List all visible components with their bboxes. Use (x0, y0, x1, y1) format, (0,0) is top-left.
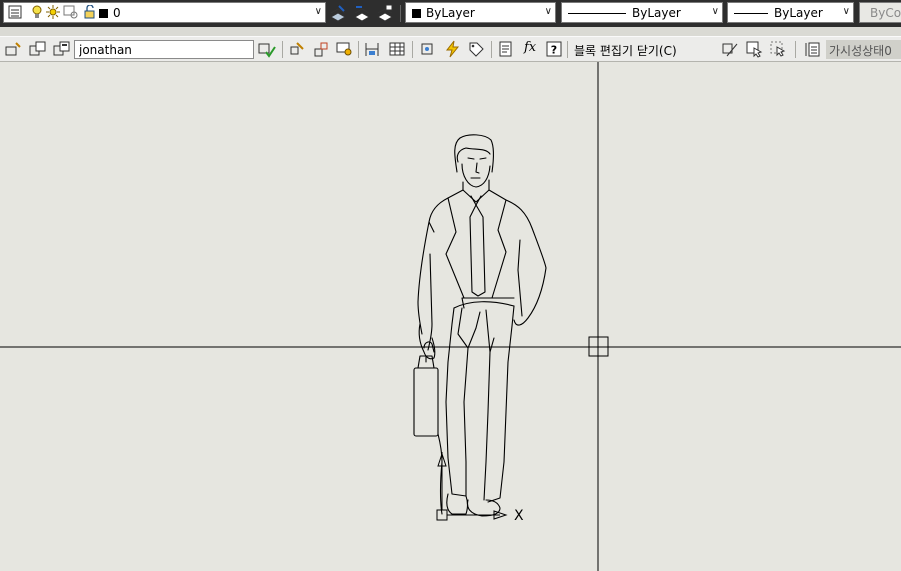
help-icon[interactable]: ? (546, 41, 563, 58)
ucs-x-label: X (514, 508, 524, 524)
make-current-icon[interactable] (329, 4, 347, 22)
color-swatch (412, 9, 421, 18)
linetype-preview (568, 13, 626, 14)
visibility-states-icon[interactable] (805, 41, 822, 58)
function-icon[interactable]: fx (524, 40, 536, 55)
make-visible-icon[interactable] (722, 41, 739, 58)
table-icon[interactable] (389, 41, 406, 58)
color-value: ByLayer (426, 6, 475, 20)
sun-icon[interactable] (46, 5, 61, 20)
light-bulb-icon[interactable] (31, 5, 44, 20)
chevron-down-icon[interactable]: ∨ (712, 6, 719, 17)
block-name-field[interactable] (74, 40, 254, 59)
lineweight-dropdown[interactable]: ByLayer ∨ (727, 2, 854, 23)
layer-name: 0 (113, 6, 121, 20)
define-attribute-icon[interactable] (336, 41, 353, 58)
layer-states-icon[interactable] (376, 4, 394, 22)
canvas-background (0, 62, 901, 571)
edit-block-icon[interactable] (5, 41, 23, 58)
block-editor-toolbar: fx ? 블록 편집기 닫기(C) 가시성상태0 (0, 36, 901, 62)
color-dropdown[interactable]: ByLayer ∨ (405, 2, 556, 23)
plotstyle-value: ByCo (870, 6, 901, 20)
visibility-state-dropdown[interactable]: 가시성상태0 (826, 40, 901, 59)
plotstyle-dropdown[interactable]: ByCo (859, 2, 901, 23)
save-block-icon[interactable] (29, 41, 47, 58)
authoring-palettes-icon[interactable] (258, 41, 276, 58)
layer-manager-icon[interactable] (7, 4, 25, 21)
lineweight-value: ByLayer (774, 6, 823, 20)
save-block-as-icon[interactable] (53, 41, 71, 58)
visibility-mode-icon[interactable] (419, 41, 436, 58)
action-icon[interactable] (313, 41, 330, 58)
close-block-editor-button[interactable]: 블록 편집기 닫기(C) (574, 42, 677, 59)
make-invisible-icon[interactable] (746, 41, 763, 58)
cursor-select-icon[interactable] (770, 41, 787, 58)
toolbar-separator (0, 27, 901, 36)
layer-color-swatch (99, 9, 108, 18)
test-block-icon[interactable] (444, 40, 461, 58)
drawing-canvas[interactable]: X (0, 62, 901, 571)
chevron-down-icon[interactable]: ∨ (545, 6, 552, 17)
freeze-viewport-icon[interactable] (63, 5, 79, 20)
lineweight-preview (734, 13, 768, 14)
parameter-icon[interactable] (289, 41, 306, 58)
block-properties-icon[interactable] (498, 41, 515, 58)
layer-dropdown[interactable]: 0 ∨ (3, 2, 326, 23)
layer-previous-icon[interactable] (353, 4, 371, 22)
linetype-dropdown[interactable]: ByLayer ∨ (561, 2, 723, 23)
properties-toolbar: 0 ∨ ByLayer ∨ ByLayer ∨ ByLayer ∨ ByCo (0, 0, 901, 27)
tag-icon[interactable] (468, 41, 485, 58)
svg-text:?: ? (551, 44, 557, 57)
chevron-down-icon[interactable]: ∨ (843, 6, 850, 17)
linetype-value: ByLayer (632, 6, 681, 20)
lock-icon[interactable] (83, 5, 97, 20)
chevron-down-icon[interactable]: ∨ (315, 6, 322, 17)
block-table-icon[interactable] (364, 41, 381, 58)
